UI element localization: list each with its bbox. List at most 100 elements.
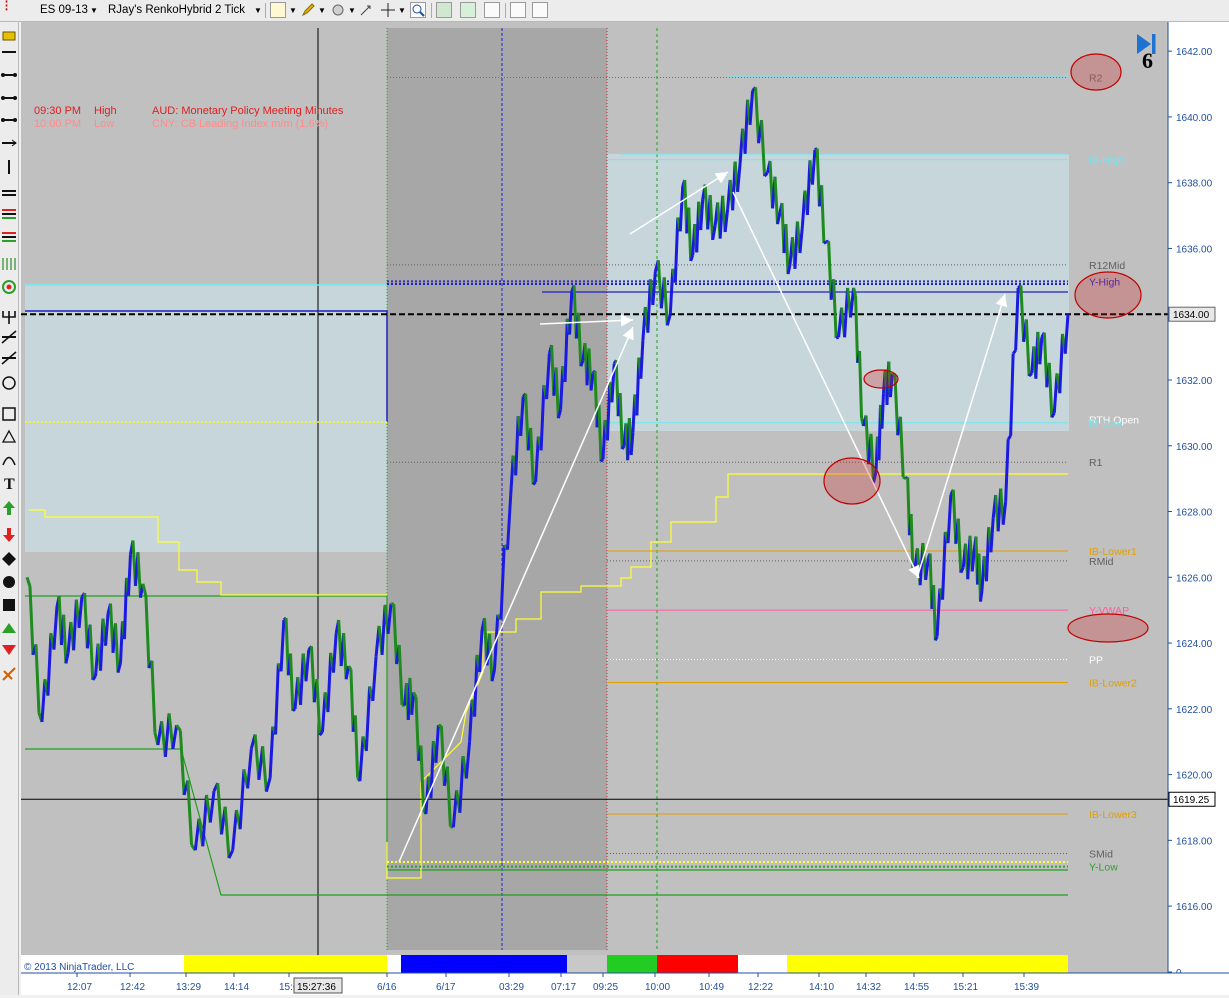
triangle-down-icon[interactable]: [2, 645, 16, 655]
time-axis-label: 6/16: [377, 982, 397, 993]
price-chart[interactable]: R2IB-HighR12MidY-HighRTH OpenIB-LowR1IB-…: [21, 22, 1229, 995]
tri-up-shape: [2, 623, 16, 633]
price-axis-label: 1628.00: [1176, 508, 1213, 519]
chart-toolbar: ⁝ ES 09-13 ▼ RJay's RenkoHybrid 2 Tick ▼…: [0, 0, 1229, 22]
pencil-dropdown-icon[interactable]: ▼: [318, 2, 326, 19]
instrument-dropdown-icon[interactable]: ▼: [90, 2, 98, 19]
price-bar-segment: [347, 665, 353, 671]
price-axis-label: 1638.00: [1176, 179, 1213, 190]
session-bar-segment: [184, 955, 387, 973]
price-bar-segment: [1028, 372, 1033, 378]
draw-tool-icon[interactable]: [358, 2, 374, 18]
time-axis-label: 15:21: [953, 982, 978, 993]
bar-style-dropdown-icon[interactable]: ▼: [289, 2, 297, 19]
arc-icon[interactable]: [2, 456, 16, 466]
level-label-ib-lower2: IB-Lower2: [1089, 678, 1137, 690]
handle: [13, 118, 17, 122]
gann-fan-icon[interactable]: [1, 330, 17, 344]
regression-icon[interactable]: [1, 351, 17, 365]
rectangle-icon[interactable]: [2, 407, 16, 421]
level-label-smid: SMid: [1089, 849, 1113, 861]
snap-dropdown-icon[interactable]: ▼: [348, 2, 356, 19]
fib-extension-icon[interactable]: [2, 209, 16, 219]
price-bar-segment: [689, 254, 695, 262]
handle: [13, 73, 17, 77]
fib-retracement-icon[interactable]: [2, 232, 16, 242]
marker-shape: [2, 31, 16, 41]
fib-time-icon[interactable]: [2, 258, 16, 270]
chart-trader-icon[interactable]: [532, 2, 548, 18]
price-axis-label: 1642.00: [1176, 47, 1213, 58]
crosshair-time-label: 15:27:36: [297, 982, 336, 993]
price-bar-segment: [932, 585, 937, 641]
instrument-selector[interactable]: ES 09-13: [40, 2, 88, 19]
time-axis-label: 07:17: [551, 982, 576, 993]
bar-style-icon[interactable]: [270, 2, 286, 18]
time-axis-label: 03:29: [499, 982, 524, 993]
pitchfork-shape: [2, 311, 16, 324]
price-axis-label: 1624.00: [1176, 639, 1213, 650]
properties-icon[interactable]: [510, 2, 526, 18]
price-bar-segment: [618, 393, 624, 450]
session-bar-segment: [567, 955, 607, 973]
price-bar-segment: [579, 359, 585, 367]
marker-icon[interactable]: [2, 31, 16, 41]
handle: [1, 118, 5, 122]
square-icon[interactable]: [3, 599, 15, 611]
arrow-up-icon[interactable]: [3, 501, 15, 515]
pitchfork-icon[interactable]: [2, 311, 16, 324]
snap-icon[interactable]: [330, 2, 346, 18]
overnight-session-shade: [387, 28, 607, 950]
price-axis-label: 1622.00: [1176, 705, 1213, 716]
strategies-icon[interactable]: [484, 2, 500, 18]
session-bar-segment: [401, 955, 567, 973]
crosshair-icon[interactable]: [380, 2, 396, 18]
triangle-up-icon[interactable]: [2, 623, 16, 633]
price-axis-label: 1630.00: [1176, 442, 1213, 453]
parallel-icon[interactable]: [2, 190, 16, 196]
session-bar-segment: [657, 955, 738, 973]
level-label-y-low: Y-Low: [1089, 862, 1118, 874]
chart-type-dropdown-icon[interactable]: ▼: [254, 2, 262, 19]
time-axis-label: 14:10: [809, 982, 834, 993]
price-bar-segment: [933, 635, 939, 642]
circle-icon[interactable]: [2, 376, 16, 390]
zoom-icon[interactable]: [410, 2, 426, 18]
price-bar-segment: [620, 444, 626, 450]
data-series-icon[interactable]: [436, 2, 452, 18]
crosshair-dropdown-icon[interactable]: ▼: [398, 2, 406, 19]
handle: [1, 96, 5, 100]
price-bar-segment: [823, 240, 827, 245]
horizontal-line-icon[interactable]: [1, 73, 17, 77]
level-label-r12mid: R12Mid: [1089, 260, 1125, 272]
time-axis-label: 14:14: [224, 982, 249, 993]
diamond-icon[interactable]: [2, 552, 16, 566]
arrow-line-icon[interactable]: [2, 139, 17, 147]
chart-type-selector[interactable]: RJay's RenkoHybrid 2 Tick: [108, 2, 245, 19]
pencil-icon[interactable]: [300, 2, 316, 18]
time-axis-label: 13:29: [176, 982, 201, 993]
fib-circle-icon[interactable]: [2, 280, 16, 294]
time-axis-label: 10:00: [645, 982, 670, 993]
indicators-icon[interactable]: [460, 2, 476, 18]
highlight-ellipse: [1074, 271, 1142, 319]
remove-draw-icon[interactable]: [2, 667, 16, 681]
ray-icon[interactable]: [1, 96, 17, 100]
price-axis-label: 1636.00: [1176, 244, 1213, 255]
prior-ib-zone: [25, 284, 387, 552]
arrow-down-icon[interactable]: [3, 528, 15, 542]
triangle-icon[interactable]: [1, 429, 17, 443]
price-bar-segment: [599, 457, 605, 463]
extended-line-icon[interactable]: [1, 118, 17, 122]
highlight-ellipse: [1070, 53, 1122, 91]
price-bar-segment: [410, 692, 415, 715]
price-bar-segment: [532, 480, 537, 486]
price-bar-segment: [1011, 349, 1017, 355]
text-icon[interactable]: T: [4, 476, 15, 493]
highlight-ellipse: [1067, 613, 1149, 643]
price-bar-segment: [835, 335, 839, 340]
news-time-1: 09:30 PM: [34, 105, 82, 117]
price-bar-segment: [639, 340, 645, 379]
time-axis-label: 10:49: [699, 982, 724, 993]
dot-icon[interactable]: [3, 576, 15, 588]
